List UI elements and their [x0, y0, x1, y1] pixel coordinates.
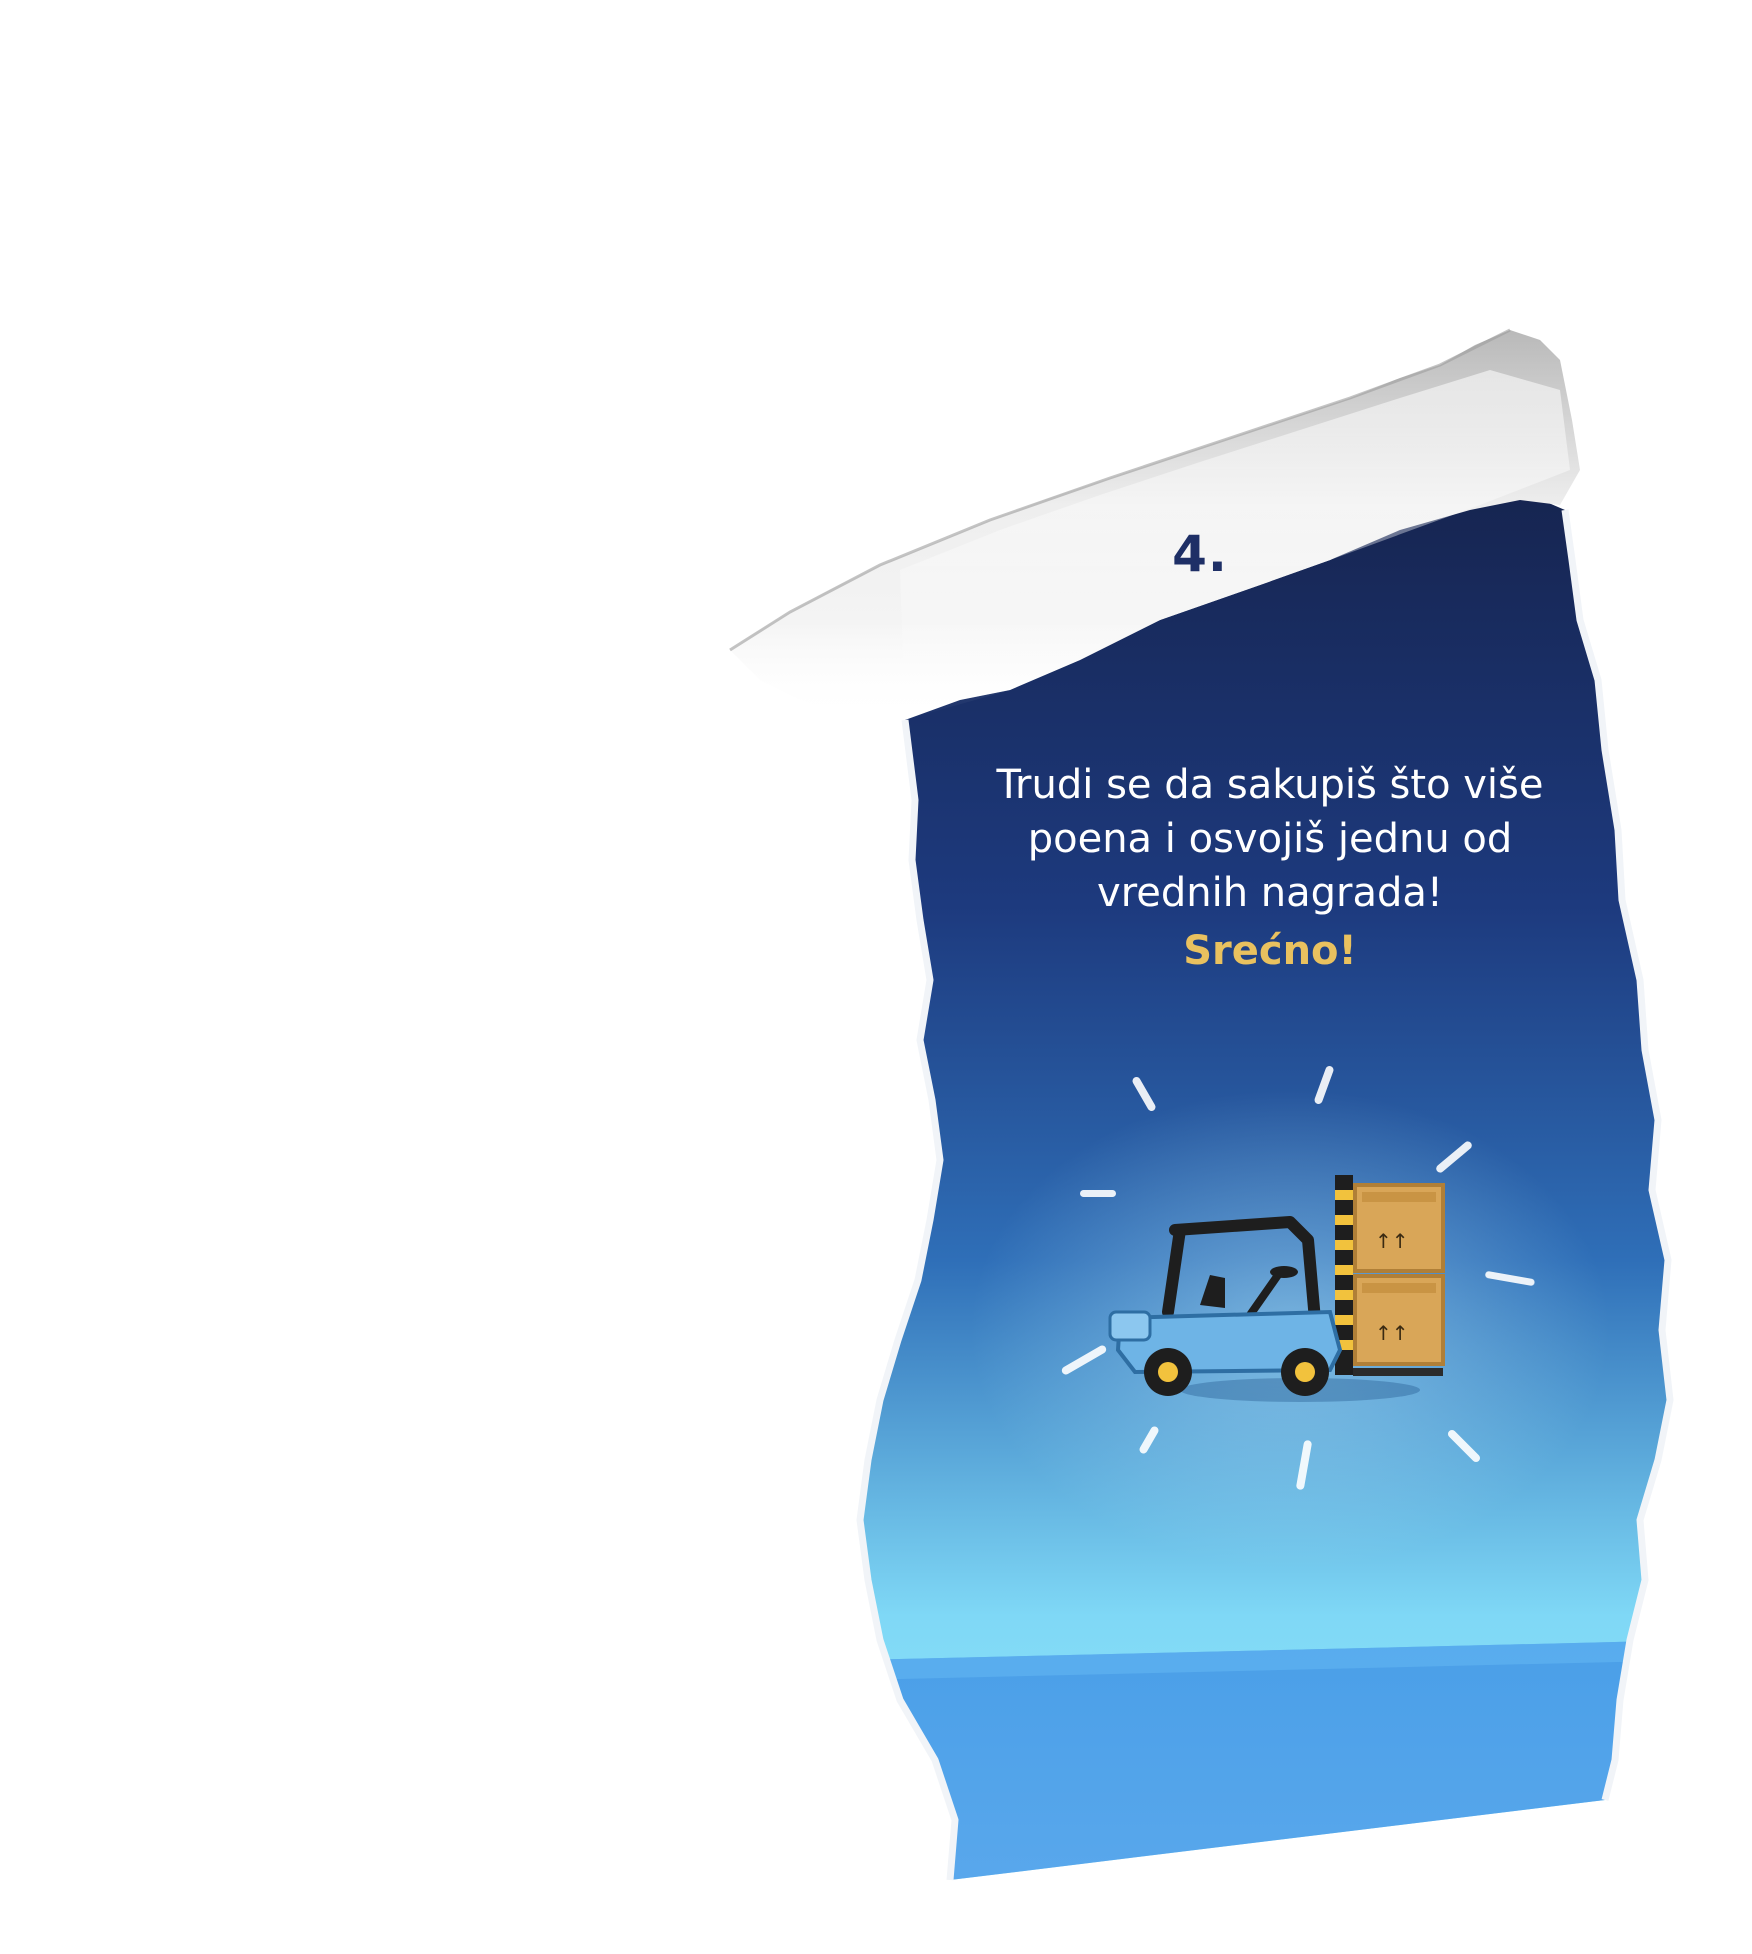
instruction-line: vrednih nagrada!	[1097, 870, 1443, 916]
instruction-line: poena i osvojiš jednu od	[1027, 816, 1513, 862]
box-icon: ↑↑	[1353, 1274, 1445, 1366]
forklift-with-boxes-icon: ↑↑ ↑↑	[1061, 1065, 1535, 1490]
step-number: 4.	[1172, 525, 1228, 583]
instruction-text: Trudi se da sakupiš što više poena i osv…	[940, 758, 1600, 920]
svg-text:↑↑: ↑↑	[1375, 1321, 1409, 1345]
box-icon: ↑↑	[1353, 1183, 1445, 1273]
sparkle-lines-icon	[1061, 1065, 1535, 1490]
game-scene: 4. Trudi se da sakupiš što više poena i …	[0, 0, 1752, 1954]
wheel-icon	[1281, 1348, 1329, 1396]
wheel-icon	[1144, 1348, 1192, 1396]
svg-text:↑↑: ↑↑	[1375, 1229, 1409, 1253]
torn-paper-panel	[729, 328, 1674, 1881]
instruction-line: Trudi se da sakupiš što više	[996, 762, 1544, 808]
good-luck-text: Srećno!	[1183, 928, 1357, 974]
